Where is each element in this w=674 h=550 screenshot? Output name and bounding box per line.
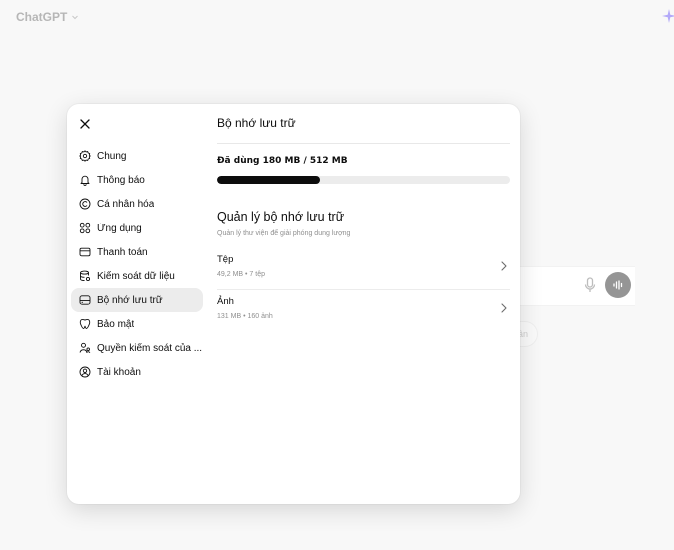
settings-dialog: Chung Thông báo Cá nhân hóa Ứng dụng Tha…	[67, 104, 520, 504]
nav-item-apps[interactable]: Ứng dụng	[71, 216, 203, 240]
nav-item-parental-controls[interactable]: Quyền kiểm soát của ...	[71, 336, 203, 360]
row-title: Ảnh	[217, 296, 234, 307]
personalize-icon	[79, 198, 91, 210]
nav-label: Ứng dụng	[97, 222, 142, 234]
credit-card-icon	[79, 247, 91, 257]
nav-label: Kiểm soát dữ liệu	[97, 270, 175, 282]
storage-icon	[79, 295, 91, 305]
data-controls-icon	[80, 270, 91, 282]
apps-grid-icon	[79, 222, 91, 234]
nav-label: Bảo mật	[97, 318, 135, 330]
nav-label: Cá nhân hóa	[97, 198, 155, 210]
security-icon	[79, 318, 91, 329]
settings-nav: Chung Thông báo Cá nhân hóa Ứng dụng Tha…	[71, 144, 203, 384]
account-icon	[79, 366, 91, 378]
nav-item-general[interactable]: Chung	[71, 144, 203, 168]
storage-usage-bar	[217, 176, 510, 184]
nav-item-notifications[interactable]: Thông báo	[71, 168, 203, 192]
row-meta: 131 MB • 160 ảnh	[217, 313, 273, 320]
parental-controls-icon	[79, 342, 91, 354]
nav-item-data-controls[interactable]: Kiểm soát dữ liệu	[71, 264, 203, 288]
bell-icon	[80, 175, 90, 186]
storage-usage-text: Đã dùng 180 MB / 512 MB	[217, 156, 348, 166]
chevron-right-icon	[501, 303, 507, 313]
close-icon	[80, 119, 90, 129]
nav-label: Bộ nhớ lưu trữ	[97, 294, 163, 306]
storage-row-files[interactable]: Tệp 49,2 MB • 7 tệp	[217, 254, 510, 292]
nav-label: Chung	[97, 150, 127, 162]
manage-storage-title: Quản lý bộ nhớ lưu trữ	[217, 210, 345, 224]
row-meta: 49,2 MB • 7 tệp	[217, 271, 265, 278]
panel-title: Bộ nhớ lưu trữ	[217, 116, 296, 130]
nav-item-personalization[interactable]: Cá nhân hóa	[71, 192, 203, 216]
manage-storage-subtitle: Quản lý thư viện để giải phóng dung lượn…	[217, 230, 351, 237]
storage-usage-fill	[217, 176, 320, 184]
nav-item-storage[interactable]: Bộ nhớ lưu trữ	[71, 288, 203, 312]
gear-icon	[79, 150, 91, 162]
row-title: Tệp	[217, 254, 234, 265]
nav-label: Thông báo	[97, 174, 145, 186]
divider	[217, 143, 510, 144]
close-button[interactable]	[77, 116, 93, 132]
nav-label: Thanh toán	[97, 246, 148, 258]
nav-item-security[interactable]: Bảo mật	[71, 312, 203, 336]
chevron-right-icon	[501, 261, 507, 271]
divider	[217, 289, 510, 290]
nav-item-billing[interactable]: Thanh toán	[71, 240, 203, 264]
nav-label: Quyền kiểm soát của ...	[97, 342, 203, 354]
nav-label: Tài khoản	[97, 366, 141, 378]
nav-item-account[interactable]: Tài khoản	[71, 360, 203, 384]
storage-row-images[interactable]: Ảnh 131 MB • 160 ảnh	[217, 296, 510, 334]
